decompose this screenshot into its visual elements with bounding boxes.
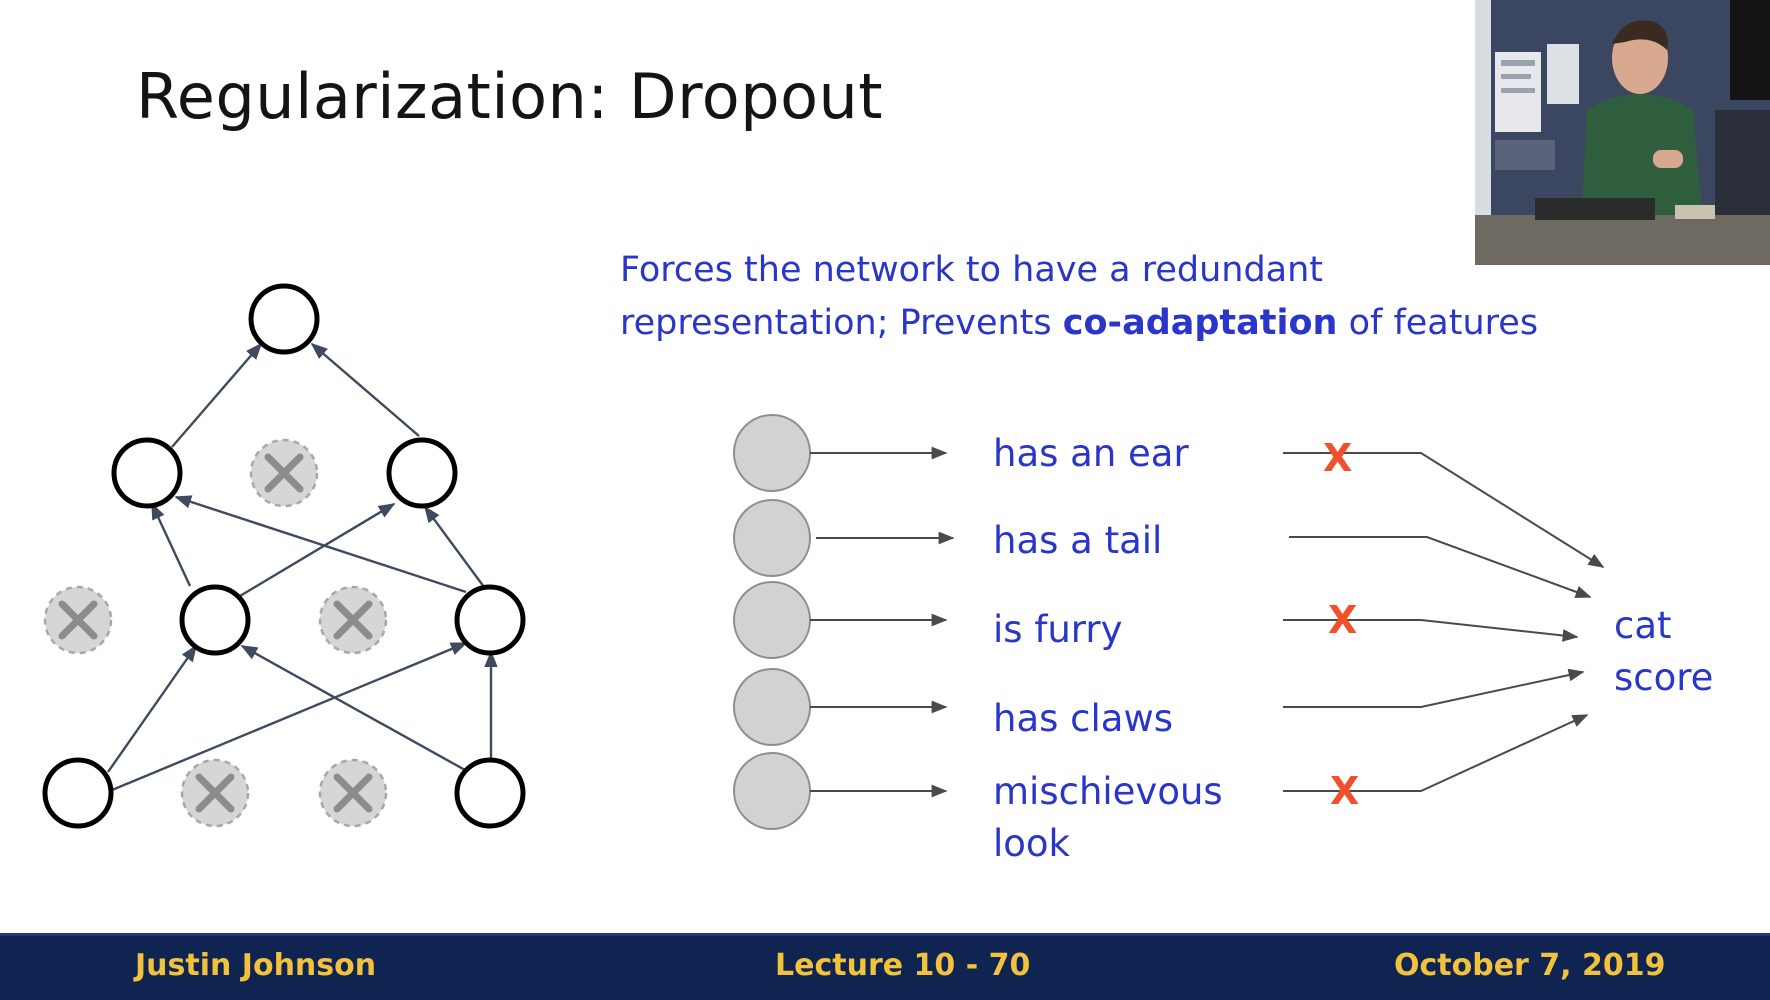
cat-score-label: cat score <box>1614 604 1714 699</box>
feature-neuron <box>733 752 811 830</box>
feature-label-has-a-tail: has a tail <box>993 519 1163 562</box>
feature-neuron <box>733 581 811 659</box>
score-connection <box>1289 536 1592 599</box>
dropped-feature-mark: X <box>1328 598 1358 642</box>
dropped-feature-mark: X <box>1323 436 1353 480</box>
feature-label-mischievous-look: mischievous look <box>993 770 1223 865</box>
feature-label-has-claws: has claws <box>993 697 1173 740</box>
feature-neuron <box>733 499 811 577</box>
feature-neurons <box>733 414 811 830</box>
neuron-to-feature-arrows <box>810 446 955 798</box>
footer-date: October 7, 2019 <box>1394 948 1666 983</box>
feature-neuron <box>733 414 811 492</box>
feature-label-has-an-ear: has an ear <box>993 432 1189 475</box>
dropped-feature-mark: X <box>1330 769 1360 813</box>
lecture-slide: Regularization: Dropout Forces the netwo… <box>0 0 1770 1000</box>
presenter-webcam <box>1475 0 1770 265</box>
slide-footer: Justin Johnson Lecture 10 - 70 October 7… <box>0 933 1770 1000</box>
feature-label-is-furry: is furry <box>993 608 1123 651</box>
score-connection <box>1283 668 1585 708</box>
score-connection <box>1283 714 1589 792</box>
footer-lecture-number: Lecture 10 - 70 <box>775 948 1031 983</box>
footer-author: Justin Johnson <box>135 948 377 983</box>
feature-neuron <box>733 668 811 746</box>
presenter-video-frame <box>1475 0 1770 265</box>
